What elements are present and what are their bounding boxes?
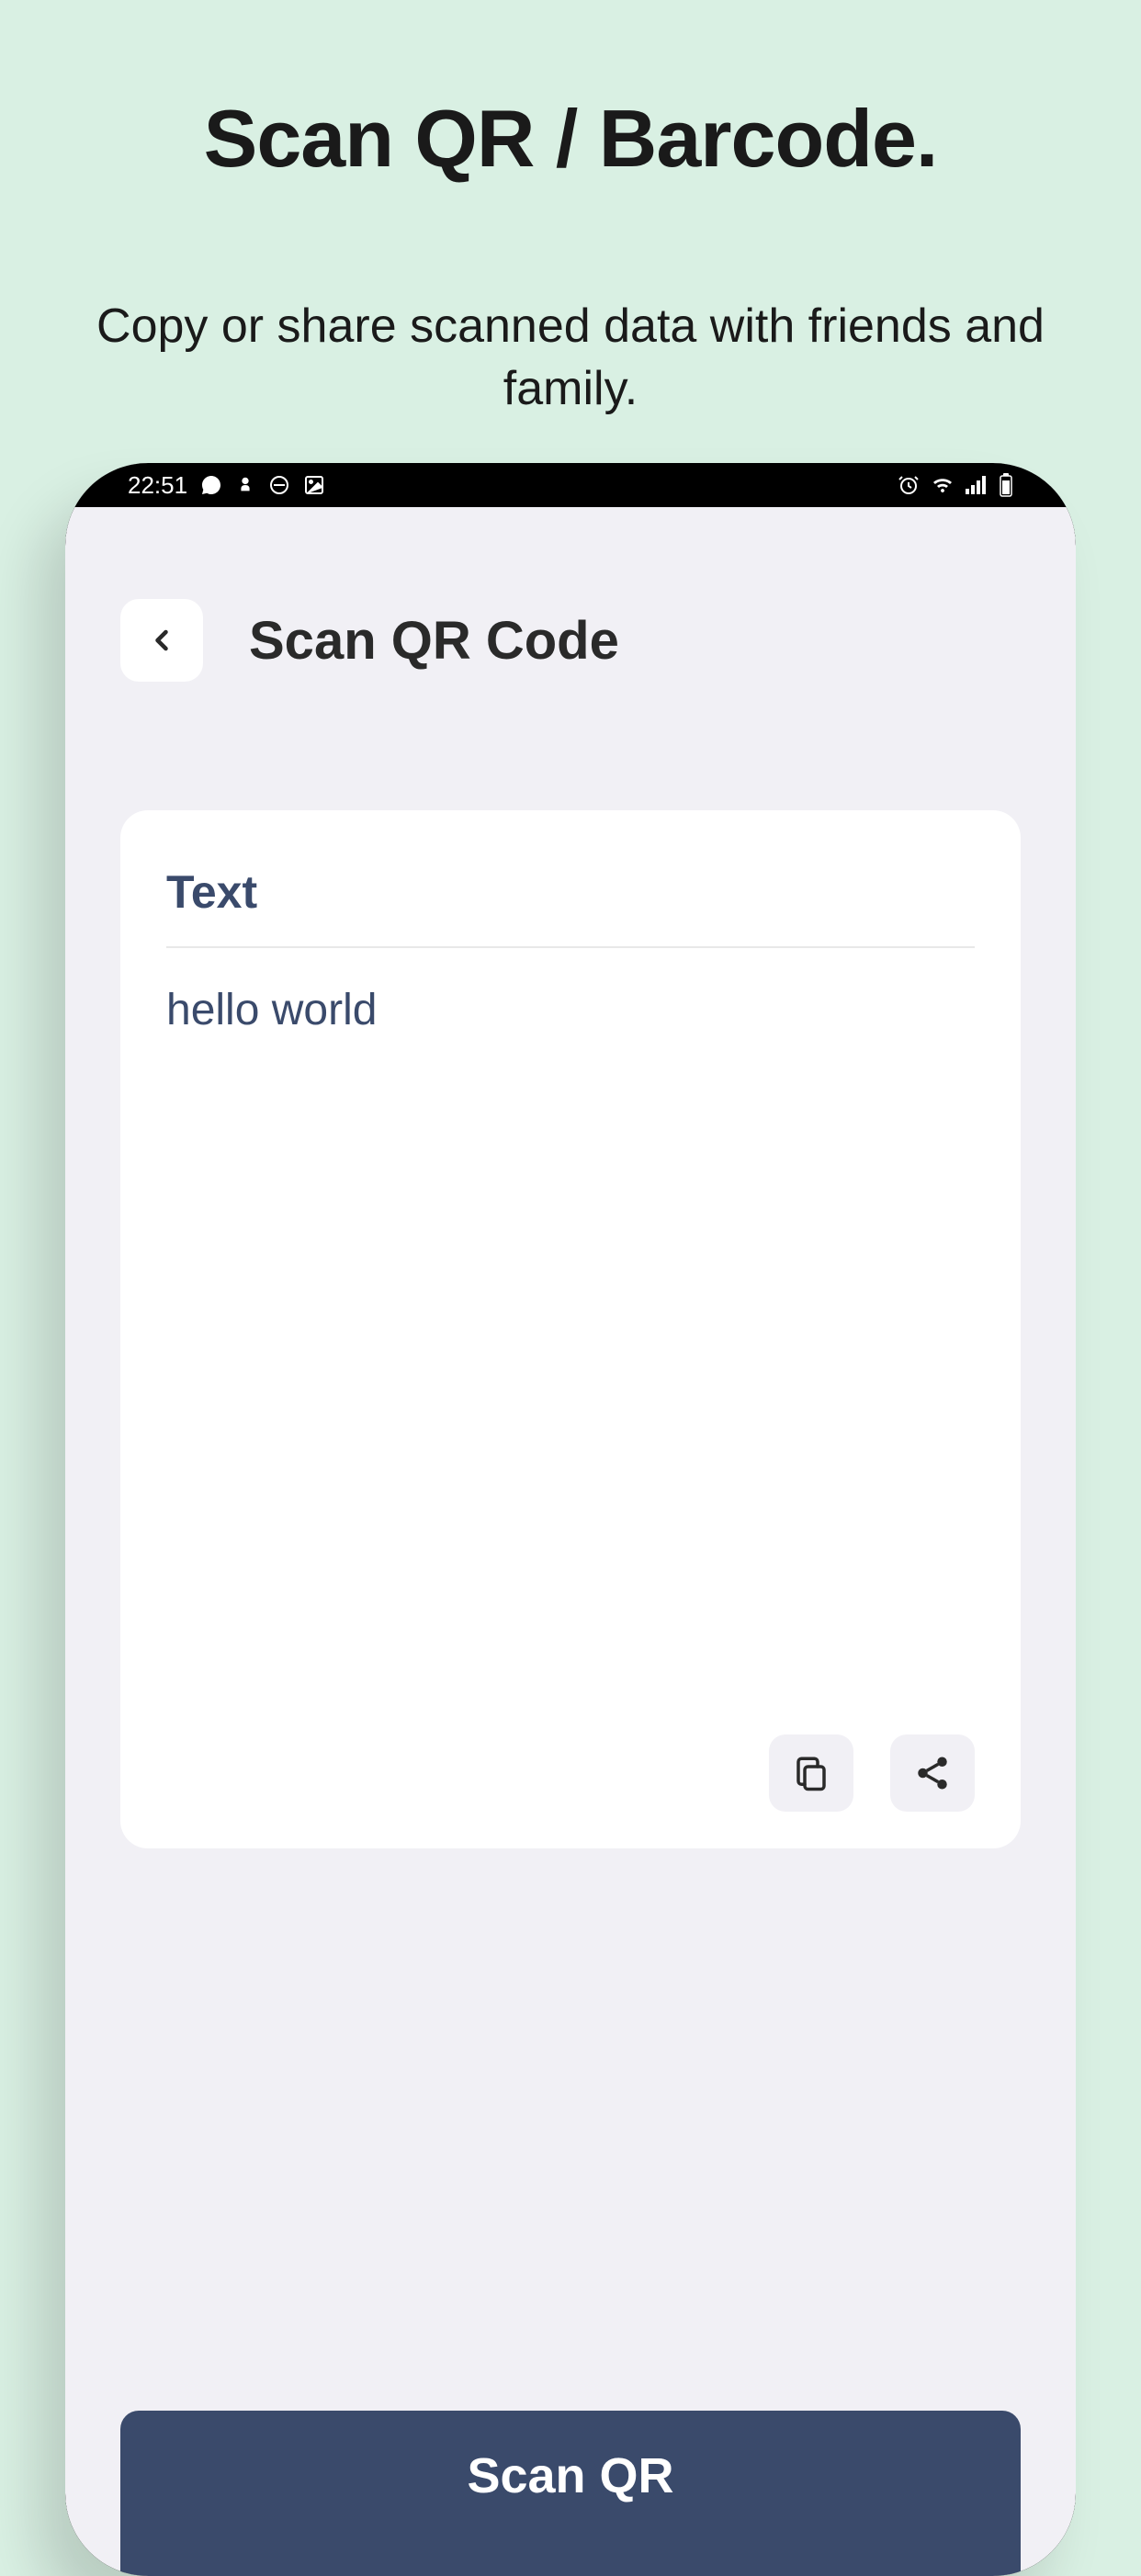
card-actions: [769, 1734, 975, 1812]
image-icon: [303, 474, 325, 496]
status-bar-left: 22:51: [128, 471, 325, 500]
status-bar: 22:51: [65, 463, 1076, 507]
whatsapp-icon: [200, 474, 222, 496]
battery-icon: [999, 473, 1013, 497]
phone-screen: 22:51: [65, 463, 1076, 2576]
alarm-icon: [898, 474, 920, 496]
copy-icon: [792, 1754, 830, 1792]
copy-button[interactable]: [769, 1734, 853, 1812]
app-notification-icon: [235, 475, 255, 495]
wifi-icon: [931, 476, 955, 494]
result-content: hello world: [166, 985, 975, 1035]
signal-icon: [966, 476, 988, 494]
app-header: Scan QR Code: [65, 507, 1076, 718]
result-type-label: Text: [166, 865, 975, 948]
result-card: Text hello world: [120, 810, 1021, 1848]
scan-qr-button[interactable]: Scan QR: [120, 2411, 1021, 2576]
chevron-left-icon: [145, 624, 178, 657]
back-button[interactable]: [120, 599, 203, 682]
do-not-disturb-icon: [268, 474, 290, 496]
scan-qr-button-label: Scan QR: [467, 2447, 673, 2504]
promo-title: Scan QR / Barcode.: [0, 92, 1141, 186]
promo-subtitle: Copy or share scanned data with friends …: [0, 296, 1141, 420]
status-bar-right: [898, 473, 1013, 497]
phone-frame: 22:51: [65, 463, 1076, 2576]
share-button[interactable]: [890, 1734, 975, 1812]
status-time: 22:51: [128, 471, 187, 500]
share-icon: [913, 1754, 952, 1792]
page-title: Scan QR Code: [249, 610, 619, 672]
